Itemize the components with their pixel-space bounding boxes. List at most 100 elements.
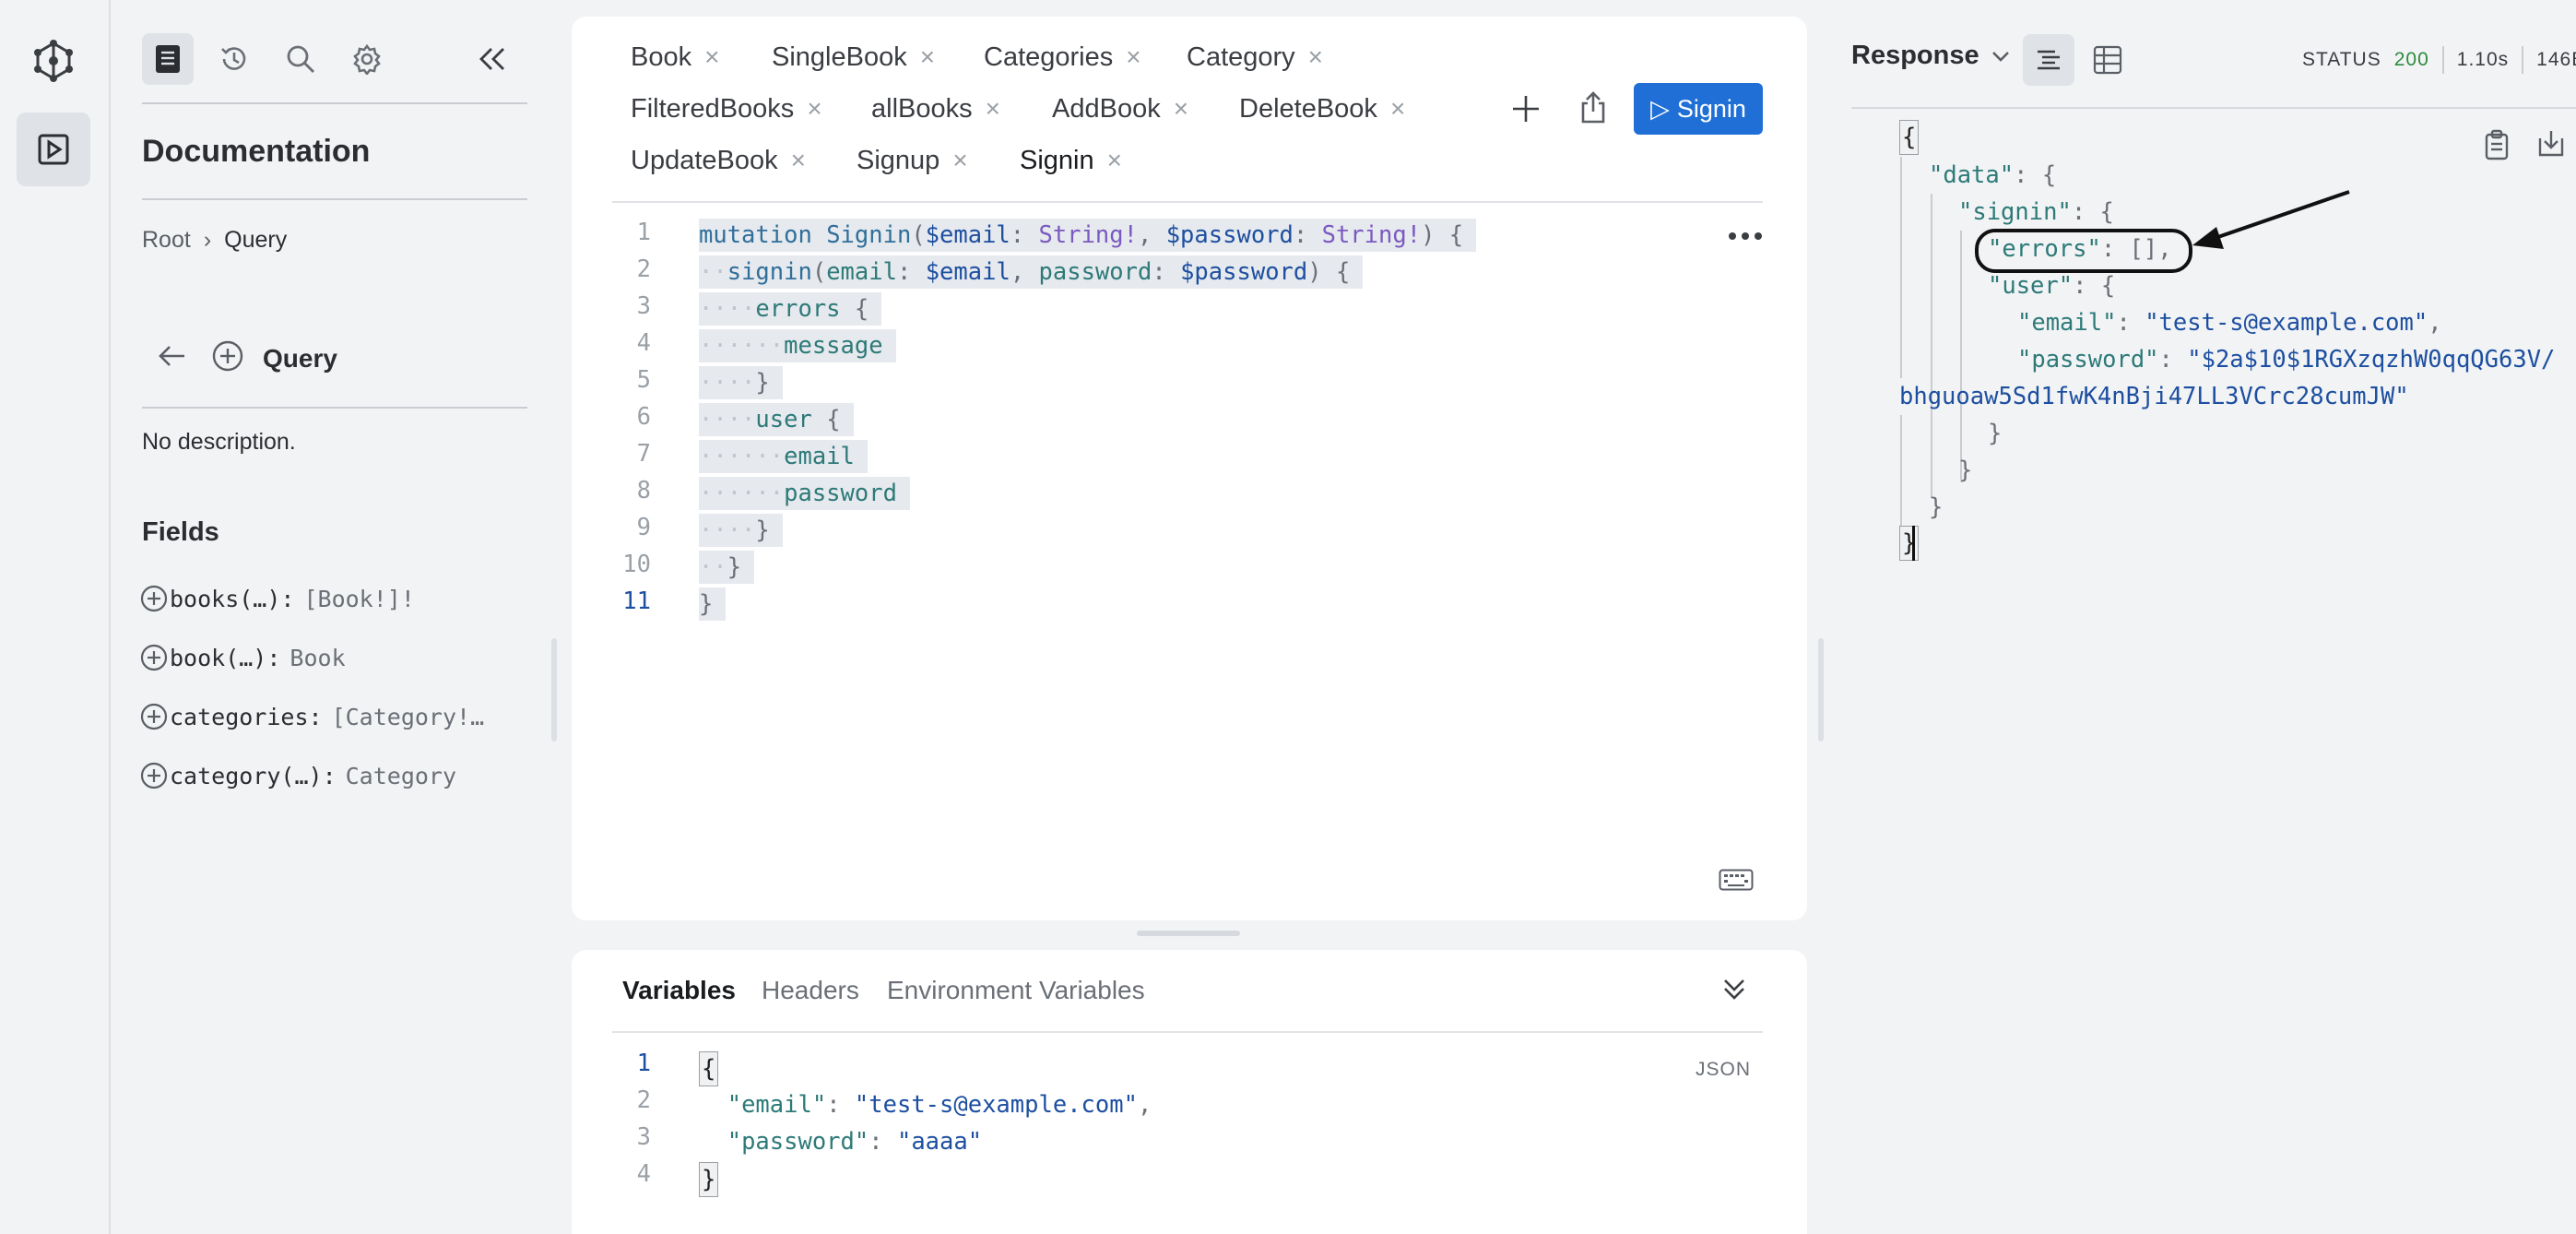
tab-category[interactable]: Category ×	[1187, 37, 1323, 77]
gear-icon[interactable]	[341, 33, 393, 85]
tab-label[interactable]: DeleteBook	[1239, 94, 1377, 125]
tab-allbooks[interactable]: allBooks ×	[871, 89, 1000, 129]
play-icon: ▷	[1650, 94, 1670, 123]
tab-label[interactable]: Categories	[984, 42, 1113, 73]
tab-label[interactable]: Signin	[1020, 146, 1094, 176]
play-panel-icon[interactable]	[17, 113, 90, 186]
tab-addbook[interactable]: AddBook ×	[1052, 89, 1188, 129]
divider	[2522, 46, 2524, 74]
collapse-panel-icon[interactable]	[467, 33, 518, 85]
sidebar-rail	[0, 0, 111, 1234]
field-name[interactable]: book(…):	[170, 645, 280, 671]
copy-clipboard-icon[interactable]	[2484, 129, 2510, 165]
tab-singlebook[interactable]: SingleBook ×	[772, 37, 935, 77]
field-name[interactable]: category(…):	[170, 763, 337, 789]
code-line: ····errors {	[699, 292, 882, 326]
tab-environment-variables[interactable]: Environment Variables	[887, 976, 1145, 1005]
tab-updatebook[interactable]: UpdateBook ×	[631, 140, 806, 181]
field-name[interactable]: books(…):	[170, 586, 294, 612]
tab-deletebook[interactable]: DeleteBook ×	[1239, 89, 1405, 129]
breadcrumb-separator: ›	[203, 227, 212, 253]
field-row-books[interactable]: books(…): [Book!]!	[140, 580, 546, 617]
tab-label[interactable]: AddBook	[1052, 94, 1161, 125]
history-icon[interactable]	[208, 33, 260, 85]
json-line: }	[1899, 526, 1920, 561]
format-label: JSON	[1696, 1059, 1752, 1080]
tab-label[interactable]: Book	[631, 42, 691, 73]
text-view-icon[interactable]	[2023, 34, 2074, 86]
docs-icon[interactable]	[142, 33, 194, 85]
close-tab-icon[interactable]: ×	[1390, 94, 1405, 124]
response-view-dropdown[interactable]: Response	[1851, 41, 2011, 71]
tab-label[interactable]: SingleBook	[772, 42, 907, 73]
tab-signup[interactable]: Signup ×	[857, 140, 968, 181]
graphql-logo-icon[interactable]	[17, 24, 90, 98]
type-description: No description.	[142, 429, 296, 455]
field-name[interactable]: categories:	[170, 704, 323, 730]
line-number: 9	[636, 514, 651, 541]
chevron-down-icon	[1991, 51, 2009, 62]
close-tab-icon[interactable]: ×	[1174, 94, 1188, 124]
json-line: "signin": {	[1958, 198, 2114, 226]
back-arrow-icon[interactable]	[157, 342, 188, 374]
close-tab-icon[interactable]: ×	[704, 42, 719, 72]
field-row-book[interactable]: book(…): Book	[140, 639, 546, 676]
tab-label[interactable]: allBooks	[871, 94, 973, 125]
code-line: ······message	[699, 329, 896, 362]
run-signin-button[interactable]: ▷ Signin	[1634, 83, 1763, 135]
add-circle-icon[interactable]	[140, 585, 168, 612]
text-cursor	[1912, 526, 1915, 561]
more-options-icon[interactable]	[1727, 225, 1764, 252]
tab-book[interactable]: Book ×	[631, 37, 719, 77]
field-type[interactable]: Book	[290, 645, 345, 671]
close-tab-icon[interactable]: ×	[920, 42, 935, 72]
field-type[interactable]: Category	[346, 763, 456, 789]
editor-resize-handle[interactable]	[1137, 931, 1240, 936]
field-row-category[interactable]: category(…): Category	[140, 757, 546, 794]
search-icon[interactable]	[275, 33, 326, 85]
line-number: 3	[636, 292, 651, 320]
breadcrumb-root[interactable]: Root	[142, 227, 191, 254]
add-circle-icon[interactable]	[212, 340, 243, 376]
keyboard-shortcuts-icon[interactable]	[1719, 869, 1754, 896]
add-circle-icon[interactable]	[140, 762, 168, 789]
field-type[interactable]: [Category!…	[332, 704, 485, 730]
table-view-icon[interactable]	[2093, 45, 2122, 79]
field-type[interactable]: [Book!]!	[303, 586, 414, 612]
type-name: Query	[263, 344, 337, 373]
tab-signin[interactable]: Signin ×	[1020, 140, 1122, 181]
close-tab-icon[interactable]: ×	[791, 146, 806, 175]
collapse-chevrons-icon[interactable]	[1720, 976, 1748, 1008]
panel-resize-handle[interactable]	[1818, 638, 1824, 742]
code-line: "password": "aaaa"	[727, 1128, 983, 1156]
add-circle-icon[interactable]	[140, 703, 168, 730]
close-tab-icon[interactable]: ×	[1107, 146, 1122, 175]
close-tab-icon[interactable]: ×	[807, 94, 821, 124]
json-line: }	[1958, 457, 1973, 484]
tab-categories[interactable]: Categories ×	[984, 37, 1141, 77]
tab-label[interactable]: Category	[1187, 42, 1295, 73]
divider	[2441, 46, 2444, 74]
share-icon[interactable]	[1578, 90, 1609, 130]
tab-headers[interactable]: Headers	[762, 976, 859, 1005]
download-icon[interactable]	[2537, 129, 2565, 163]
status-label: STATUS	[2302, 49, 2381, 70]
close-tab-icon[interactable]: ×	[986, 94, 1000, 124]
code-line: ··signin(email: $email, password: $passw…	[699, 255, 1364, 289]
fields-heading: Fields	[142, 517, 219, 547]
tab-label[interactable]: UpdateBook	[631, 146, 778, 176]
breadcrumb: Root › Query	[142, 227, 287, 254]
tab-label[interactable]: FilteredBooks	[631, 94, 794, 125]
tab-label[interactable]: Signup	[857, 146, 939, 176]
code-line: ······password	[699, 477, 910, 510]
code-line: }	[699, 1162, 719, 1197]
tab-variables[interactable]: Variables	[622, 976, 736, 1005]
tab-filteredbooks[interactable]: FilteredBooks ×	[631, 89, 822, 129]
close-tab-icon[interactable]: ×	[1126, 42, 1140, 72]
panel-resize-handle[interactable]	[551, 638, 557, 742]
field-row-categories[interactable]: categories: [Category!…	[140, 698, 546, 735]
add-tab-icon[interactable]	[1509, 92, 1542, 130]
close-tab-icon[interactable]: ×	[952, 146, 967, 175]
close-tab-icon[interactable]: ×	[1308, 42, 1323, 72]
add-circle-icon[interactable]	[140, 644, 168, 671]
